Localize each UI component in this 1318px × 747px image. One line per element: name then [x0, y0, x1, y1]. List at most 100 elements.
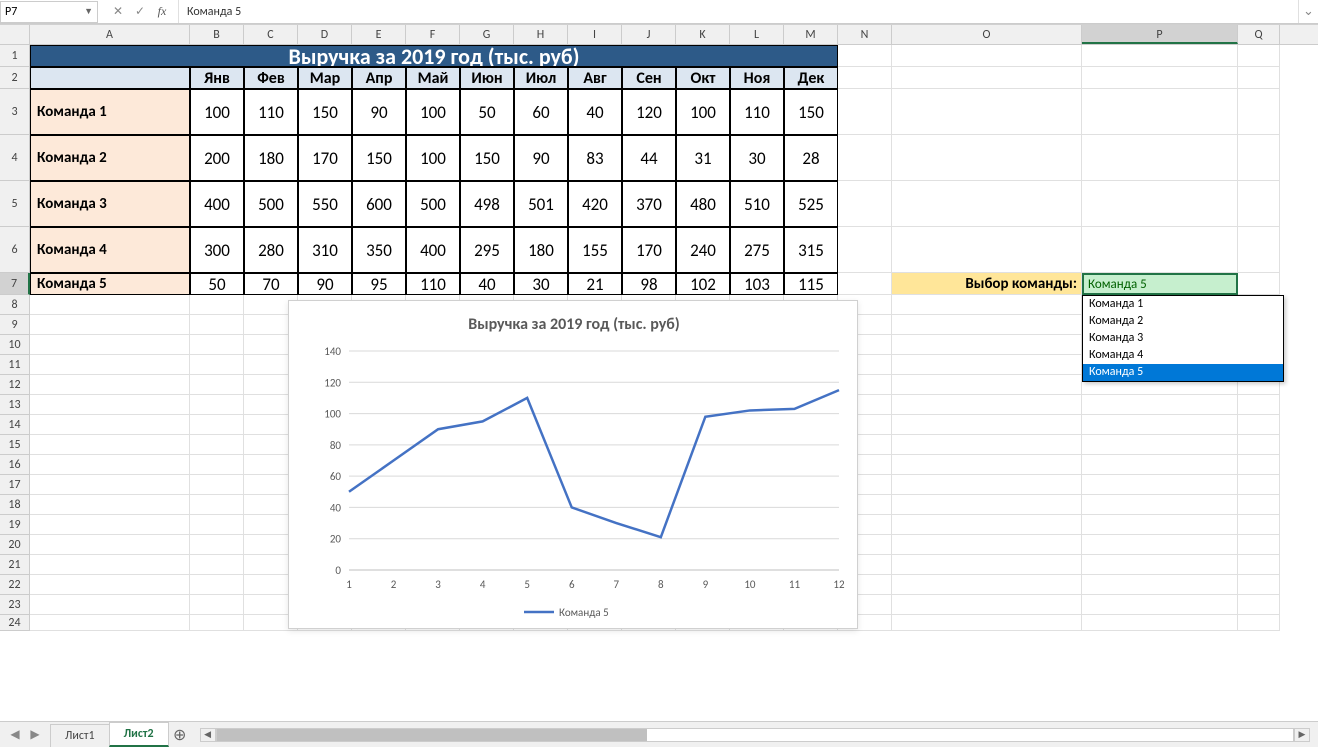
- row-header[interactable]: 19: [0, 515, 30, 535]
- scroll-right-icon[interactable]: ▶: [1294, 728, 1310, 742]
- row-header[interactable]: 6: [0, 227, 30, 273]
- row-header[interactable]: 11: [0, 355, 30, 375]
- scroll-thumb[interactable]: [217, 729, 648, 741]
- cell[interactable]: [1238, 615, 1280, 631]
- cell[interactable]: [1082, 415, 1238, 435]
- cell[interactable]: [1082, 475, 1238, 495]
- row-header[interactable]: 2: [0, 67, 30, 89]
- cell[interactable]: [30, 535, 190, 555]
- cell[interactable]: [30, 515, 190, 535]
- cell[interactable]: [892, 355, 1082, 375]
- cell[interactable]: [1238, 535, 1280, 555]
- cell[interactable]: [838, 227, 892, 273]
- row-header[interactable]: 4: [0, 135, 30, 181]
- cell[interactable]: [30, 455, 190, 475]
- cell[interactable]: [892, 89, 1082, 135]
- cell[interactable]: [190, 455, 244, 475]
- name-box-dropdown-icon[interactable]: ▼: [84, 6, 93, 17]
- cell[interactable]: [1082, 227, 1238, 273]
- cell[interactable]: [30, 495, 190, 515]
- column-header[interactable]: J: [622, 25, 676, 44]
- cell[interactable]: [30, 435, 190, 455]
- cell[interactable]: [30, 315, 190, 335]
- chart[interactable]: Выручка за 2019 год (тыс. руб) 020406080…: [288, 300, 858, 629]
- column-header[interactable]: O: [892, 25, 1082, 44]
- cell[interactable]: [30, 595, 190, 615]
- team-picker-cell[interactable]: Команда 5▼: [1082, 273, 1238, 295]
- dropdown-list[interactable]: Команда 1Команда 2Команда 3Команда 4Кома…: [1082, 295, 1284, 382]
- cell[interactable]: [892, 135, 1082, 181]
- cell[interactable]: [190, 435, 244, 455]
- cancel-icon[interactable]: ✕: [108, 2, 128, 22]
- cell[interactable]: [1238, 415, 1280, 435]
- fx-icon[interactable]: fx: [152, 2, 172, 22]
- cell[interactable]: [1082, 181, 1238, 227]
- cell[interactable]: [892, 315, 1082, 335]
- formula-input[interactable]: Команда 5: [179, 5, 1298, 19]
- add-sheet-icon[interactable]: ⊕: [168, 725, 192, 745]
- column-header[interactable]: L: [730, 25, 784, 44]
- cell[interactable]: [892, 295, 1082, 315]
- confirm-icon[interactable]: ✓: [130, 2, 150, 22]
- dropdown-option[interactable]: Команда 1: [1083, 296, 1283, 313]
- cell[interactable]: [190, 335, 244, 355]
- cell[interactable]: [1238, 45, 1280, 67]
- column-header[interactable]: A: [30, 25, 190, 44]
- cell[interactable]: [1238, 455, 1280, 475]
- cell[interactable]: [1238, 135, 1280, 181]
- cell[interactable]: [1082, 575, 1238, 595]
- cell[interactable]: [1238, 395, 1280, 415]
- row-header[interactable]: 13: [0, 395, 30, 415]
- cell[interactable]: [30, 395, 190, 415]
- cell[interactable]: [838, 89, 892, 135]
- column-header[interactable]: H: [514, 25, 568, 44]
- cell[interactable]: [892, 595, 1082, 615]
- row-header[interactable]: 23: [0, 595, 30, 615]
- cell[interactable]: [30, 375, 190, 395]
- cell[interactable]: [30, 295, 190, 315]
- row-header[interactable]: 9: [0, 315, 30, 335]
- cell[interactable]: [1082, 555, 1238, 575]
- cell[interactable]: [1238, 515, 1280, 535]
- column-header[interactable]: K: [676, 25, 730, 44]
- row-header[interactable]: 1: [0, 45, 30, 67]
- row-header[interactable]: 3: [0, 89, 30, 135]
- column-header[interactable]: G: [460, 25, 514, 44]
- cell[interactable]: [190, 415, 244, 435]
- cell[interactable]: [1082, 395, 1238, 415]
- cell[interactable]: [892, 335, 1082, 355]
- cell[interactable]: [30, 415, 190, 435]
- cell[interactable]: [1238, 227, 1280, 273]
- row-header[interactable]: 24: [0, 615, 30, 631]
- cell[interactable]: [190, 315, 244, 335]
- cell[interactable]: [1082, 615, 1238, 631]
- cell[interactable]: [1238, 555, 1280, 575]
- cell[interactable]: [1238, 181, 1280, 227]
- column-header[interactable]: C: [244, 25, 298, 44]
- select-all-corner[interactable]: [0, 25, 30, 44]
- cell[interactable]: [892, 535, 1082, 555]
- cell[interactable]: [1082, 135, 1238, 181]
- cell[interactable]: [892, 615, 1082, 631]
- cell[interactable]: [1238, 495, 1280, 515]
- cell[interactable]: [190, 495, 244, 515]
- cell[interactable]: [30, 355, 190, 375]
- sheet-nav-prev-icon[interactable]: ◀: [6, 727, 24, 742]
- cell[interactable]: [838, 67, 892, 89]
- cell[interactable]: [1082, 67, 1238, 89]
- cell[interactable]: [1082, 535, 1238, 555]
- row-header[interactable]: 14: [0, 415, 30, 435]
- column-header[interactable]: Q: [1238, 25, 1280, 44]
- cell[interactable]: [838, 273, 892, 295]
- cell[interactable]: [892, 555, 1082, 575]
- cell[interactable]: [1082, 45, 1238, 67]
- cell[interactable]: [838, 45, 892, 67]
- column-header[interactable]: D: [298, 25, 352, 44]
- cells-area[interactable]: Выручка за 2019 год (тыс. руб)ЯнвФевМарА…: [30, 45, 1318, 631]
- cell[interactable]: [190, 595, 244, 615]
- cell[interactable]: [892, 395, 1082, 415]
- cell[interactable]: [892, 67, 1082, 89]
- cell[interactable]: [30, 555, 190, 575]
- cell[interactable]: [1082, 89, 1238, 135]
- cell[interactable]: [1238, 67, 1280, 89]
